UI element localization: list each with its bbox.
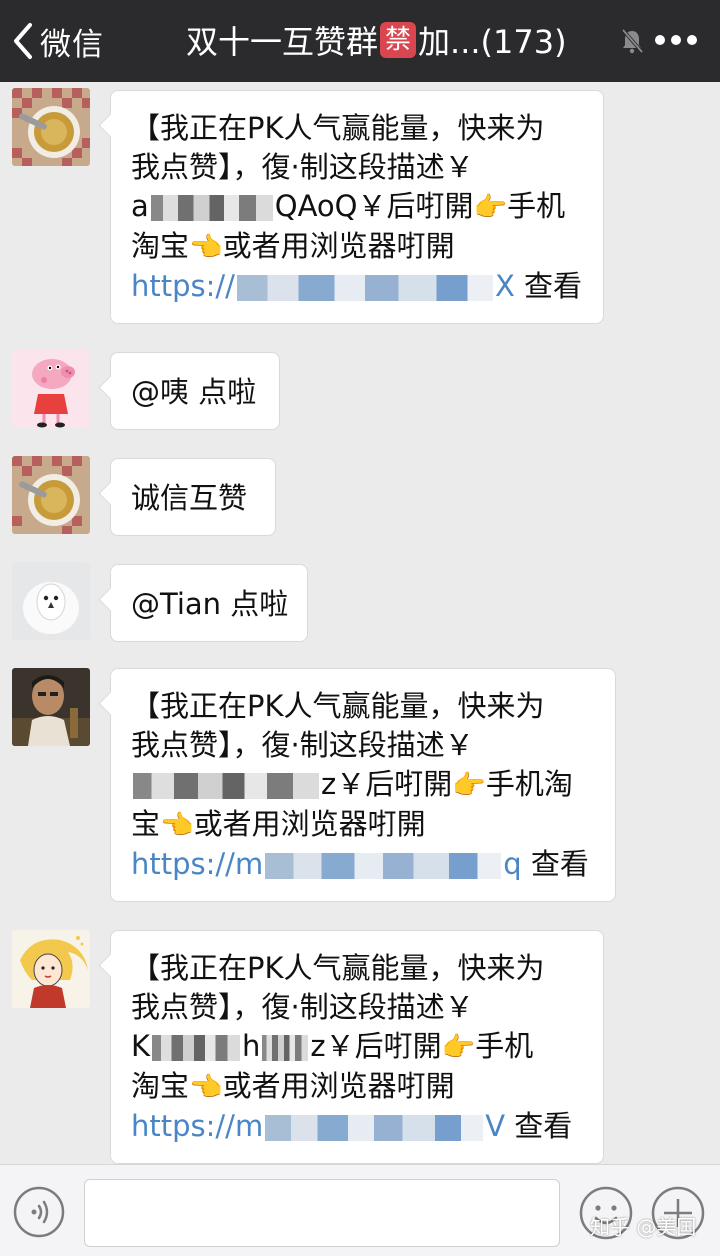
message-text: 【我正在PK人气赢能量，快来为 我点赞】，復·制这段描述￥ a QAoQ￥后咑開👉…: [111, 91, 603, 324]
avatar-man[interactable]: [12, 668, 90, 746]
message-text: @咦 点啦: [131, 375, 257, 409]
message-line-text: 手机: [507, 189, 566, 223]
message-line: 【我正在PK人气赢能量，快来为: [131, 689, 545, 723]
redacted-code: [150, 195, 273, 221]
message-line: https:// X 查看: [131, 267, 585, 306]
message-text: 【我正在PK人气赢能量，快来为 我点赞】，復·制这段描述￥ Kh z￥后咑開👉手机…: [111, 931, 603, 1164]
chat-title-suffix: 加...(173): [418, 23, 567, 61]
avatar-girl[interactable]: [12, 930, 90, 1008]
message-line: 淘宝👈或者用浏览器咑開: [131, 1067, 585, 1107]
redacted-code: [152, 1035, 241, 1061]
message-line: https://m V 查看: [131, 1107, 585, 1146]
redacted-code: [133, 773, 319, 799]
message-line-text: z￥后咑開: [321, 767, 453, 801]
message-line-text: 淘宝: [131, 229, 190, 263]
message-text: 诚信互赞: [131, 481, 248, 515]
message-bubble[interactable]: 【我正在PK人气赢能量，快来为 我点赞】，復·制这段描述￥ a QAoQ￥后咑開👉…: [110, 90, 604, 324]
message-text: 【我正在PK人气赢能量，快来为 我点赞】，復·制这段描述￥ z￥后咑開👉手机淘 …: [111, 669, 615, 902]
chat-title[interactable]: 双十一互赞群 禁 加...(173): [186, 14, 567, 66]
input-bar: [0, 1164, 720, 1256]
avatar-peppa[interactable]: [12, 350, 90, 428]
watermark: 知乎 @美国: [590, 1215, 697, 1239]
message-line: 宝👈或者用浏览器咑開: [131, 805, 597, 845]
avatar-tea[interactable]: [12, 88, 90, 166]
message-link[interactable]: https://m: [131, 847, 263, 881]
more-icon[interactable]: [653, 30, 699, 50]
message-line-text: 淘宝: [131, 1069, 190, 1103]
mute-bell-icon: [621, 28, 644, 54]
message-bubble[interactable]: 诚信互赞: [110, 458, 276, 536]
message-line-text: z￥后咑開: [310, 1029, 442, 1063]
point-left-icon: 👈: [189, 1072, 223, 1103]
message-line: 我点赞】，復·制这段描述￥: [131, 990, 474, 1024]
message-line: Kh z￥后咑開👉手机: [131, 1027, 585, 1067]
message-line: 【我正在PK人气赢能量，快来为: [131, 951, 545, 985]
message-line: 我点赞】，復·制这段描述￥: [131, 728, 474, 762]
redacted-code-end: QAoQ: [274, 189, 358, 223]
redacted-code-start: K: [131, 1029, 151, 1063]
message-line: https://m q 查看: [131, 845, 597, 884]
back-button[interactable]: 微信: [10, 16, 104, 66]
ban-icon: 禁: [380, 22, 417, 58]
message-bubble[interactable]: @咦 点啦: [110, 352, 280, 430]
message-text: @Tian 点啦: [131, 587, 289, 621]
message-line-text: 或者用浏览器咑開: [193, 807, 426, 841]
chat-title-prefix: 双十一互赞群: [186, 23, 379, 61]
message-line-text: 我点赞】，復·制这段描述￥: [131, 150, 474, 184]
redacted-code-start: a: [131, 189, 149, 223]
message-link-end[interactable]: V: [485, 1109, 505, 1143]
message-bubble[interactable]: 【我正在PK人气赢能量，快来为 我点赞】，復·制这段描述￥ z￥后咑開👉手机淘 …: [110, 668, 616, 902]
point-left-icon: 👈: [189, 232, 223, 263]
chat-header: 微信 双十一互赞群 禁 加...(173): [0, 0, 720, 82]
chat-screen: 微信 双十一互赞群 禁 加...(173) 【我正在PK人气赢能量，快来为 我点…: [0, 0, 720, 1256]
view-link[interactable]: 查看: [514, 1109, 572, 1143]
view-link[interactable]: 查看: [531, 847, 589, 881]
message-bubble[interactable]: 【我正在PK人气赢能量，快来为 我点赞】，復·制这段描述￥ Kh z￥后咑開👉手机…: [110, 930, 604, 1164]
point-right-icon: 👉: [473, 192, 508, 223]
redacted-link: [265, 1115, 484, 1141]
redacted-link: [236, 275, 493, 301]
message-link[interactable]: https://: [131, 269, 235, 303]
message-line-text: 手机: [475, 1029, 534, 1063]
message-input[interactable]: [84, 1179, 560, 1247]
message-line-text: 或者用浏览器咑開: [222, 229, 455, 263]
redacted-code-middle: h: [242, 1029, 261, 1063]
redacted-link: [265, 853, 502, 879]
chevron-left-icon: [14, 23, 32, 59]
message-line: 淘宝👈或者用浏览器咑開: [131, 227, 585, 267]
point-right-icon: 👉: [452, 770, 486, 801]
message-line: a QAoQ￥后咑開👉手机: [131, 187, 585, 227]
message-bubble[interactable]: @Tian 点啦: [110, 564, 308, 642]
message-line-text: 或者用浏览器咑開: [222, 1069, 455, 1103]
view-link[interactable]: 查看: [524, 269, 582, 303]
message-line: 我点赞】，復·制这段描述￥: [131, 148, 585, 187]
voice-icon[interactable]: [12, 1185, 66, 1239]
avatar-bird[interactable]: [12, 562, 90, 640]
message-link[interactable]: https://m: [131, 1109, 263, 1143]
message-line: z￥后咑開👉手机淘: [131, 765, 597, 805]
message-link-end[interactable]: X: [495, 269, 515, 303]
message-line-text: ￥后咑開: [357, 189, 474, 223]
avatar-tea[interactable]: [12, 456, 90, 534]
point-right-icon: 👉: [441, 1032, 476, 1063]
redacted-code: [262, 1035, 309, 1061]
point-left-icon: 👈: [160, 810, 194, 841]
back-label: 微信: [40, 26, 104, 63]
message-line: 【我正在PK人气赢能量，快来为: [131, 111, 545, 145]
message-line-text: 宝: [131, 807, 161, 841]
message-link-end[interactable]: q: [503, 847, 521, 881]
message-line-text: 手机淘: [485, 767, 573, 801]
